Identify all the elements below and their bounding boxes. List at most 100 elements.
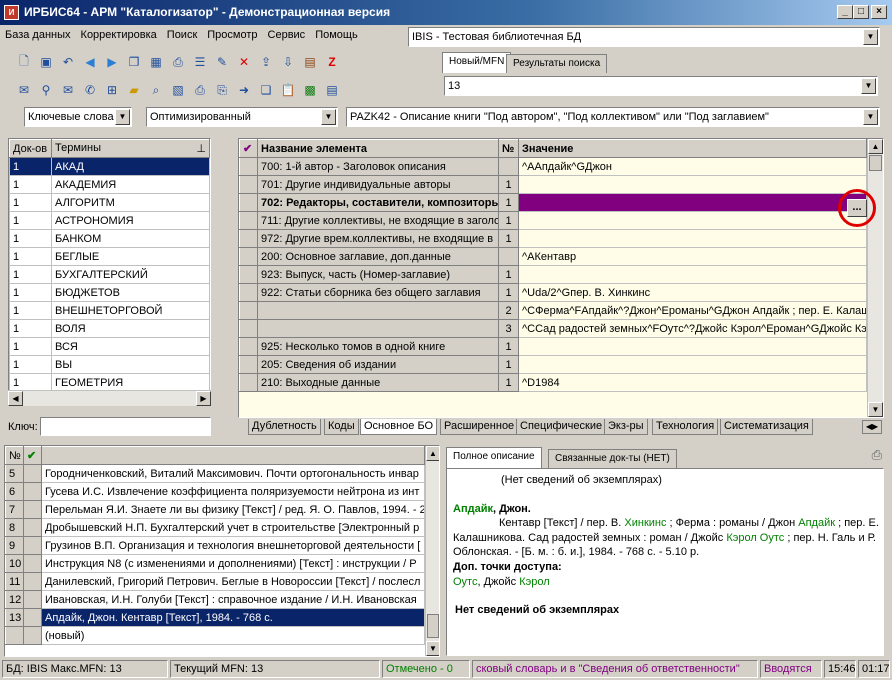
- menu-search[interactable]: Поиск: [162, 26, 202, 44]
- menu-view[interactable]: Просмотр: [202, 26, 262, 44]
- print-icon[interactable]: ⎙: [168, 52, 188, 72]
- tab-field-2[interactable]: Основное БО: [360, 419, 438, 435]
- maximize-button[interactable]: □: [853, 5, 869, 19]
- fields-vscroll[interactable]: ▲ ▼: [867, 139, 883, 417]
- term-row[interactable]: 1 БЕГЛЫЕ: [9, 247, 210, 266]
- edit-icon[interactable]: ✎: [212, 52, 232, 72]
- field-row[interactable]: 2 ^CФерма^FАпдайк^?Джон^Eроманы^GДжон Апд…: [239, 301, 867, 320]
- header-terms[interactable]: Термины ⊥: [51, 139, 210, 158]
- search-mode-combo[interactable]: Оптимизированный ▼: [146, 107, 338, 127]
- field-value[interactable]: ^D1984: [518, 373, 867, 392]
- z-icon[interactable]: Z: [322, 52, 342, 72]
- author-link[interactable]: Апдайк: [453, 503, 493, 515]
- record-check[interactable]: [23, 518, 42, 537]
- pages-icon[interactable]: ❏: [256, 80, 276, 100]
- header-doc-count[interactable]: Док-ов: [9, 139, 52, 158]
- record-row[interactable]: 5 Городниченковский, Виталий Максимович. …: [5, 464, 425, 483]
- field-row[interactable]: 205: Сведения об издании 1: [239, 355, 867, 374]
- field-value[interactable]: [518, 211, 867, 230]
- term-row[interactable]: 1 АКАДЕМИЯ: [9, 175, 210, 194]
- field-row[interactable]: 700: 1-й автор - Заголовок описания ^AАпд…: [239, 157, 867, 176]
- tab-field-7[interactable]: Систематизация: [720, 419, 813, 435]
- export-icon[interactable]: ⇪: [256, 52, 276, 72]
- delete-icon[interactable]: ✕: [234, 52, 254, 72]
- field-row[interactable]: 711: Другие коллективы, не входящие в за…: [239, 211, 867, 230]
- folder-icon[interactable]: ▰: [124, 80, 144, 100]
- save-icon[interactable]: ▣: [36, 52, 56, 72]
- term-row[interactable]: 1 ВНЕШНЕТОРГОВОЙ: [9, 301, 210, 320]
- terms-hscroll[interactable]: ◀ ▶: [8, 390, 211, 406]
- doc-icon[interactable]: ▤: [322, 80, 342, 100]
- term-row[interactable]: 1 АСТРОНОМИЯ: [9, 211, 210, 230]
- scroll-up-icon[interactable]: ▲: [868, 139, 883, 154]
- scroll-down-icon[interactable]: ▼: [426, 641, 439, 656]
- filter-icon[interactable]: ⚲: [36, 80, 56, 100]
- record-row[interactable]: 6 Гусева И.С. Извлечение коэффициента пол…: [5, 482, 425, 501]
- record-row[interactable]: 9 Грузинов В.П. Организация и технология …: [5, 536, 425, 555]
- pin-icon[interactable]: ⊥: [196, 142, 206, 155]
- field-row[interactable]: 200: Основное заглавие, доп.данные ^AКент…: [239, 247, 867, 266]
- menu-service[interactable]: Сервис: [263, 26, 311, 44]
- tab-field-6[interactable]: Технология: [652, 419, 719, 435]
- tab-search-results[interactable]: Результаты поиска: [506, 54, 608, 73]
- chevron-down-icon[interactable]: ▼: [861, 78, 876, 94]
- undo-icon[interactable]: ↶: [58, 52, 78, 72]
- tab-field-1[interactable]: Коды: [324, 419, 359, 435]
- translator-link[interactable]: Хинкинс: [624, 517, 666, 529]
- printer-icon[interactable]: ⎙: [190, 80, 210, 100]
- record-check[interactable]: [23, 554, 42, 573]
- check-header-icon[interactable]: ✔: [239, 139, 258, 158]
- field-row[interactable]: 701: Другие индивидуальные авторы 1: [239, 175, 867, 194]
- record-row[interactable]: 13 Апдайк, Джон. Кентавр [Текст], 1984. -…: [5, 608, 425, 627]
- tab-full-description[interactable]: Полное описание: [446, 447, 542, 468]
- term-row[interactable]: 1 ГЕОМЕТРИЯ: [9, 373, 210, 392]
- scroll-right-icon[interactable]: ▶: [196, 391, 211, 406]
- field-value[interactable]: ^Uda/2^Gпер. В. Хинкинс: [518, 283, 867, 302]
- worksheet-combo[interactable]: PAZK42 - Описание книги "Под автором", "…: [346, 107, 880, 127]
- author-link-2[interactable]: Апдайк: [798, 517, 835, 529]
- arrow-right-icon[interactable]: ▶: [102, 52, 122, 72]
- grid-icon[interactable]: ▦: [146, 52, 166, 72]
- author-link-3[interactable]: Кэрол Оутс: [726, 532, 784, 544]
- record-check[interactable]: [23, 482, 42, 501]
- menu-database[interactable]: База данных: [0, 26, 76, 44]
- menu-help[interactable]: Помощь: [310, 26, 363, 44]
- new-doc-icon[interactable]: 🗋: [14, 52, 34, 72]
- print-preview-icon[interactable]: ⎘: [212, 80, 232, 100]
- check-header-icon[interactable]: ✔: [23, 446, 42, 465]
- chat-icon[interactable]: ✆: [80, 80, 100, 100]
- chevron-down-icon[interactable]: ▼: [863, 109, 878, 125]
- field-row[interactable]: 925: Несколько томов в одной книге 1: [239, 337, 867, 356]
- header-number[interactable]: №: [5, 446, 24, 465]
- dictionary-combo[interactable]: Ключевые слова ▼: [24, 107, 132, 127]
- record-check[interactable]: [23, 536, 42, 555]
- copy-icon[interactable]: ❐: [124, 52, 144, 72]
- print-icon[interactable]: ⎙: [872, 447, 882, 463]
- tab-new-mfn[interactable]: Новый/MFN: [442, 52, 512, 73]
- records-vscroll[interactable]: ▲ ▼: [425, 446, 439, 656]
- close-button[interactable]: ×: [871, 5, 887, 19]
- record-row[interactable]: 10 Инструкция N8 (с изменениями и дополне…: [5, 554, 425, 573]
- record-check[interactable]: [23, 590, 42, 609]
- term-row[interactable]: 1 ВЫ: [9, 355, 210, 374]
- scroll-left-icon[interactable]: ◀: [8, 391, 23, 406]
- scroll-up-icon[interactable]: ▲: [426, 446, 439, 461]
- term-row[interactable]: 1 ВСЯ: [9, 337, 210, 356]
- excel-icon[interactable]: ▩: [300, 80, 320, 100]
- tab-field-4[interactable]: Специфические: [516, 419, 607, 435]
- field-value[interactable]: ^CСад радостей земных^FОутс^?Джойс Кэрол…: [518, 319, 867, 338]
- access-link-2[interactable]: Кэрол: [519, 576, 549, 588]
- list-icon[interactable]: ☰: [190, 52, 210, 72]
- message-icon[interactable]: ✉: [14, 80, 34, 100]
- record-check[interactable]: [23, 464, 42, 483]
- header-element-name[interactable]: Название элемента: [257, 139, 499, 158]
- field-value[interactable]: [518, 265, 867, 284]
- clipboard-icon[interactable]: 📋: [278, 80, 298, 100]
- term-row[interactable]: 1 АЛГОРИТМ: [9, 193, 210, 212]
- record-check[interactable]: [23, 500, 42, 519]
- header-value[interactable]: Значение: [518, 139, 867, 158]
- scroll-thumb[interactable]: [427, 614, 439, 638]
- field-row[interactable]: 702: Редакторы, составители, композиторы…: [239, 193, 867, 212]
- record-row[interactable]: (новый): [5, 626, 425, 645]
- header-number[interactable]: №: [498, 139, 519, 158]
